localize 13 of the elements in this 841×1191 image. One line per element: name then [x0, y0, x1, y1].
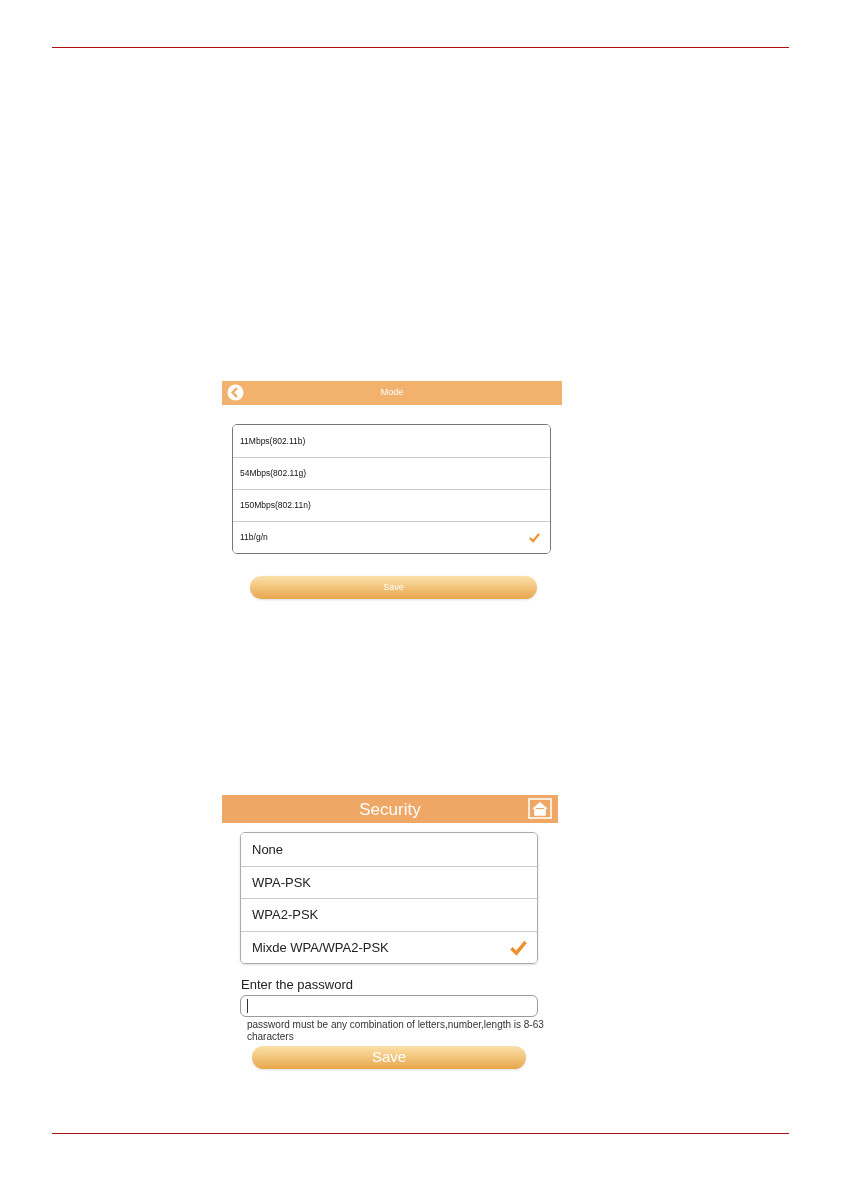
option-row[interactable]: WPA-PSK — [241, 865, 537, 899]
text-cursor — [247, 998, 248, 1013]
hint-text: password must be any combination of letters,number,length is 8-63 characters — [247, 1018, 545, 1043]
screen-title: Security — [359, 798, 421, 821]
password-label: Enter the password — [241, 976, 354, 995]
screen-title: Mode — [380, 386, 404, 400]
back-icon[interactable] — [227, 384, 244, 401]
option-row[interactable]: None — [241, 833, 537, 866]
password-field[interactable] — [240, 994, 538, 1017]
option-row[interactable]: Mixde WPA/WPA2-PSK — [241, 930, 537, 964]
option-row[interactable]: WPA2-PSK — [241, 898, 537, 931]
option-row[interactable]: 11b/g/n — [233, 521, 550, 553]
home-icon[interactable] — [528, 798, 552, 820]
